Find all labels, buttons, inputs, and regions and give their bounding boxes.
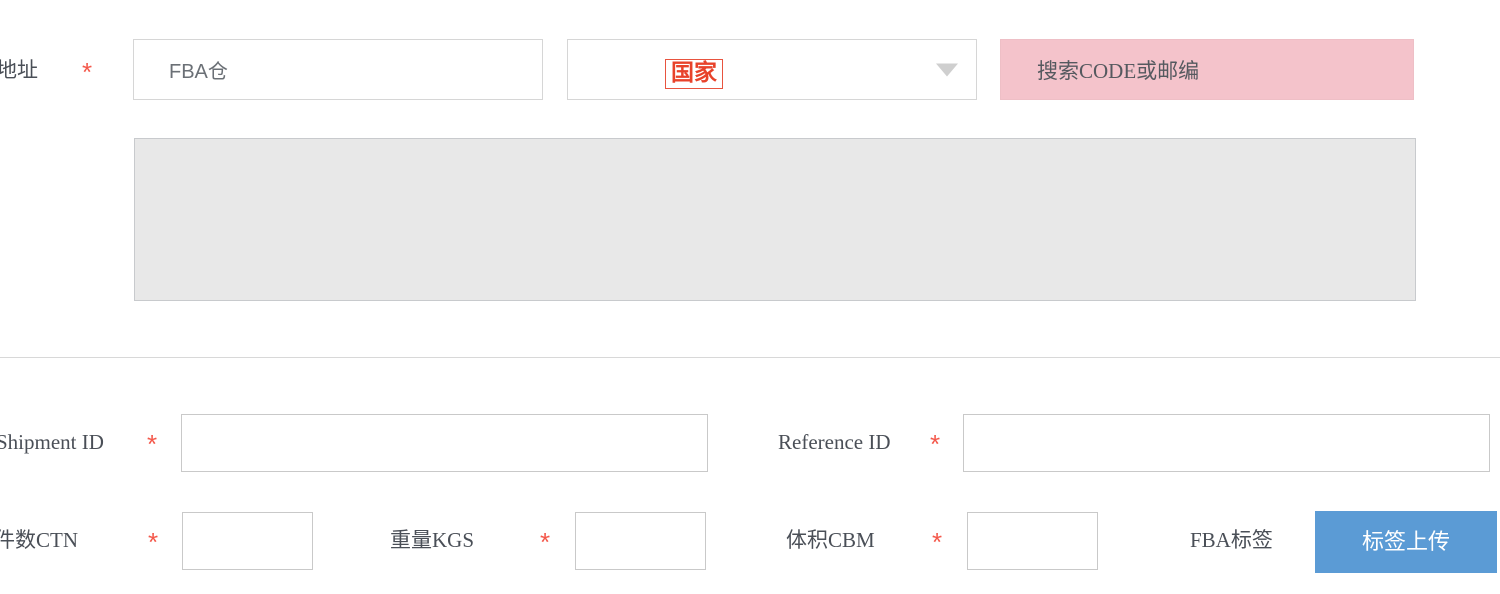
section-divider xyxy=(0,357,1500,358)
cbm-input[interactable] xyxy=(967,512,1098,570)
fba-label-label: FBA标签 xyxy=(1190,528,1273,552)
label-upload-button[interactable]: 标签上传 xyxy=(1315,511,1497,573)
code-or-postcode-search-input[interactable]: 搜索CODE或邮编 xyxy=(1000,39,1414,100)
shipment-id-input[interactable] xyxy=(181,414,708,472)
address-label: 地址 xyxy=(0,58,38,82)
code-search-placeholder-text: 搜索CODE或邮编 xyxy=(1037,58,1200,83)
ctn-label: 件数CTN xyxy=(0,528,78,552)
cbm-required-asterisk: * xyxy=(932,527,943,557)
kgs-label: 重量KGS xyxy=(390,528,475,552)
kgs-input[interactable] xyxy=(575,512,706,570)
country-selected-value: 国家 xyxy=(665,59,723,90)
cbm-label: 体积CBM xyxy=(786,528,875,552)
reference-id-label: Reference ID xyxy=(778,430,891,454)
country-select[interactable]: 国家 xyxy=(567,39,977,100)
kgs-required-asterisk: * xyxy=(540,527,551,557)
address-detail-textarea[interactable] xyxy=(134,138,1416,301)
address-required-asterisk: * xyxy=(82,57,93,87)
fba-shipment-form: 地址 * 国家 搜索CODE或邮编 Shipment ID * Referenc… xyxy=(0,0,1500,594)
chevron-down-icon xyxy=(936,63,958,76)
reference-id-input[interactable] xyxy=(963,414,1490,472)
shipment-id-required-asterisk: * xyxy=(147,429,158,459)
shipment-id-label: Shipment ID xyxy=(0,430,104,454)
ctn-required-asterisk: * xyxy=(148,527,159,557)
fba-warehouse-input[interactable] xyxy=(133,39,543,100)
reference-id-required-asterisk: * xyxy=(930,429,941,459)
ctn-input[interactable] xyxy=(182,512,313,570)
